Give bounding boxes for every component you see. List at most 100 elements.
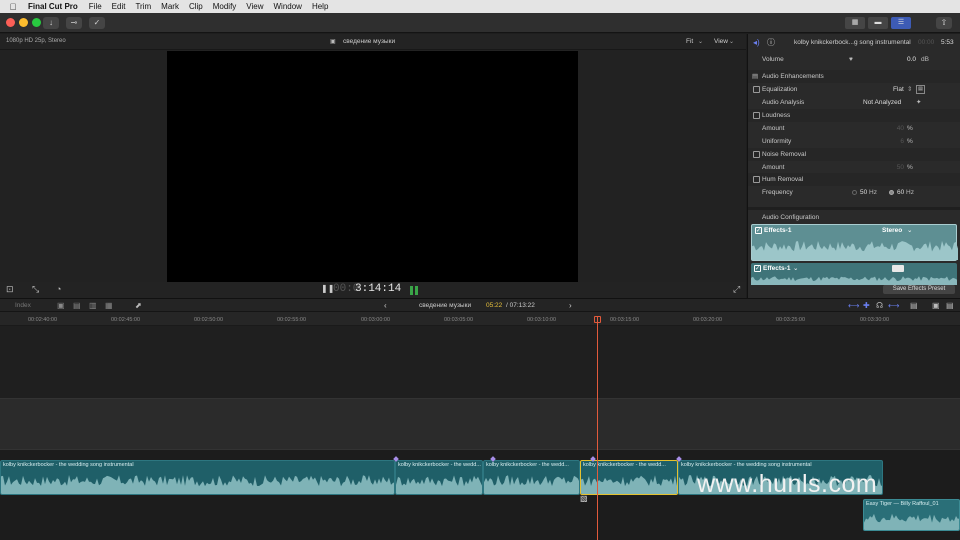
timeline-upper-area[interactable] xyxy=(0,326,960,398)
effects-browser-icon[interactable]: ▣ xyxy=(932,301,940,310)
inspector-divider[interactable] xyxy=(748,207,960,210)
clip-title: Easy Tiger — Billy Raffoul_01 xyxy=(866,501,939,507)
hum-removal-checkbox[interactable] xyxy=(753,176,760,183)
view-menu[interactable]: View xyxy=(714,38,728,45)
skimming-icon[interactable]: ✚ xyxy=(863,301,870,310)
headphones-icon[interactable]: ☊ xyxy=(876,301,883,310)
menu-trim[interactable]: Trim xyxy=(130,2,156,11)
stereo-menu[interactable]: Stereo xyxy=(882,227,902,234)
ruler-tick: 00:03:15:00 xyxy=(610,317,640,323)
loudness-amount-value[interactable]: 40 xyxy=(878,122,904,135)
menu-window[interactable]: Window xyxy=(269,2,307,11)
loudness-checkbox[interactable] xyxy=(753,112,760,119)
ruler-tick: 00:03:10:00 xyxy=(527,317,557,323)
equalization-label: Equalization xyxy=(762,86,798,93)
show-browser-icon[interactable]: ▦ xyxy=(845,17,865,29)
audio-configuration-label: Audio Configuration xyxy=(762,214,820,221)
timeline-toolbar: Index ▣ ▤ ▥ ▦ ⬈ ‹ сведение музыки 05:22 … xyxy=(0,298,960,312)
transform-icon[interactable]: ⤡ xyxy=(32,284,39,295)
overwrite-clip-icon[interactable]: ▦ xyxy=(105,301,113,310)
zoom-out-icon[interactable]: ⟷ xyxy=(848,301,859,310)
watermark: www.hunls.com xyxy=(697,470,878,498)
insert-clip-icon[interactable]: ▤ xyxy=(73,301,81,310)
hum-removal-label: Hum Removal xyxy=(762,176,804,183)
audio-clip[interactable]: kolby knikckerbocker - the wedd... xyxy=(483,460,580,495)
ruler-tick: 00:02:45:00 xyxy=(111,317,141,323)
show-timeline-icon[interactable]: ▬ xyxy=(868,17,888,29)
magic-wand-icon[interactable]: ✦ xyxy=(916,96,921,109)
selected-audio-clip[interactable]: kolby knikckerbocker - the wedd... xyxy=(580,460,678,495)
background-tasks-icon[interactable]: ✓ xyxy=(89,17,105,29)
menu-mark[interactable]: Mark xyxy=(156,2,184,11)
menu-modify[interactable]: Modify xyxy=(208,2,242,11)
speaker-toggle-icon[interactable] xyxy=(892,265,904,272)
close-window-button[interactable] xyxy=(6,18,15,27)
equalization-value[interactable]: Flat xyxy=(893,83,904,96)
menu-view[interactable]: View xyxy=(241,2,268,11)
primary-storyline-band[interactable] xyxy=(0,398,960,450)
import-icon[interactable]: ↓ xyxy=(43,17,59,29)
ruler-tick: 00:02:40:00 xyxy=(28,317,58,323)
menu-file[interactable]: File xyxy=(84,2,107,11)
audio-config-effects-1[interactable]: ✓ Effects-1 Stereo ⌄ xyxy=(751,224,958,261)
connect-clip-icon[interactable]: ▣ xyxy=(57,301,65,310)
volume-slider-thumb-icon[interactable]: ♥ xyxy=(849,53,853,66)
keywords-icon[interactable]: ⊸ xyxy=(66,17,82,29)
menu-clip[interactable]: Clip xyxy=(184,2,208,11)
menu-edit[interactable]: Edit xyxy=(107,2,131,11)
stereo-chevron-icon[interactable]: ⌄ xyxy=(907,226,912,234)
select-tool-icon[interactable]: ⬈ xyxy=(135,301,142,310)
speed-icon[interactable]: ◔ xyxy=(56,284,61,294)
share-icon[interactable]: ⇧ xyxy=(936,17,952,29)
view-chevron-icon[interactable]: ⌄ xyxy=(729,38,734,45)
apple-icon[interactable]:  xyxy=(0,2,26,12)
timeline-forward-icon[interactable]: › xyxy=(569,301,572,310)
menu-bar:  Final Cut Pro File Edit Trim Mark Clip… xyxy=(0,0,960,13)
volume-value[interactable]: 0.0 xyxy=(878,53,916,66)
playhead-handle[interactable] xyxy=(594,316,601,323)
append-clip-icon[interactable]: ▥ xyxy=(89,301,97,310)
audio-clip[interactable]: kolby knikckerbocker - the wedding song … xyxy=(0,460,395,495)
transitions-browser-icon[interactable]: ▤ xyxy=(946,301,954,310)
effects-1-checkbox[interactable]: ✓ xyxy=(755,227,762,234)
info-tab-icon[interactable]: ⓘ xyxy=(767,36,775,49)
loudness-amount-row: Amount 40 % xyxy=(748,122,960,135)
noise-removal-checkbox[interactable] xyxy=(753,151,760,158)
freq-50-radio[interactable] xyxy=(852,190,857,195)
audio-config-effects-1-sub[interactable]: ✓ Effects-1 ⌄ xyxy=(751,263,957,285)
freq-60-radio[interactable] xyxy=(889,190,894,195)
uniformity-value[interactable]: 6 xyxy=(878,135,904,148)
audio-clip[interactable]: kolby knikckerbocker - the wedd... xyxy=(395,460,483,495)
show-inspector-icon[interactable]: ☰ xyxy=(891,17,911,29)
loudness-label: Loudness xyxy=(762,112,791,119)
crop-icon[interactable]: ⊡ xyxy=(6,284,14,295)
snapping-icon[interactable]: ⟷ xyxy=(888,301,899,310)
timecode[interactable]: 3:14:14 xyxy=(355,283,401,295)
effects-1-sub-checkbox[interactable]: ✓ xyxy=(754,265,761,272)
noise-removal-label: Noise Removal xyxy=(762,151,807,158)
equalization-checkbox[interactable] xyxy=(753,86,760,93)
timeline-ruler[interactable]: 00:02:40:00 00:02:45:00 00:02:50:00 00:0… xyxy=(0,312,960,326)
effects-1-waveform xyxy=(752,240,958,260)
index-button[interactable]: Index xyxy=(15,302,31,309)
effects-1-sub-chevron-icon[interactable]: ⌄ xyxy=(793,264,798,272)
clip-appearance-icon[interactable]: ▤ xyxy=(910,301,918,310)
playhead[interactable] xyxy=(597,316,598,540)
fit-chevron-icon[interactable]: ⌄ xyxy=(698,38,703,45)
minimize-window-button[interactable] xyxy=(19,18,28,27)
connected-audio-clip[interactable]: Easy Tiger — Billy Raffoul_01 xyxy=(863,499,960,531)
menu-app-name[interactable]: Final Cut Pro xyxy=(26,2,84,11)
audio-tab-icon[interactable]: ◂) xyxy=(753,36,760,49)
fit-menu[interactable]: Fit xyxy=(686,38,693,45)
ruler-tick: 00:03:30:00 xyxy=(860,317,890,323)
loudness-amount-unit: % xyxy=(907,125,913,132)
freq-60-unit: Hz xyxy=(906,189,914,196)
menu-help[interactable]: Help xyxy=(307,2,333,11)
clip-duration: 5:53 xyxy=(941,39,954,46)
timeline-back-icon[interactable]: ‹ xyxy=(384,301,387,310)
fullscreen-icon[interactable]: ⤢ xyxy=(733,284,740,295)
eq-graph-icon[interactable]: ▤ xyxy=(916,85,925,94)
zoom-window-button[interactable] xyxy=(32,18,41,27)
save-effects-preset-button[interactable]: Save Effects Preset xyxy=(883,285,955,294)
equalization-stepper-icon[interactable]: ⇕ xyxy=(907,83,912,96)
